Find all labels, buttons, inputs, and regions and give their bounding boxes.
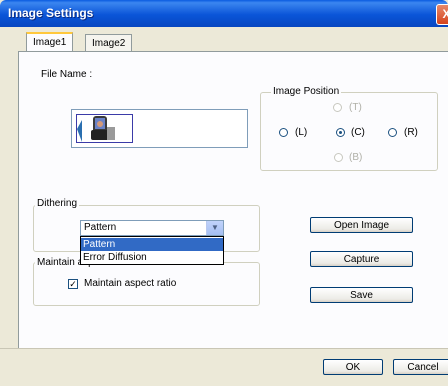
device-image-icon: [77, 116, 115, 142]
dithering-select-value: Pattern: [84, 222, 117, 233]
radio-position-left-label: (L): [295, 127, 308, 138]
image-thumbnail: [76, 114, 133, 143]
maintain-aspect-checkbox[interactable]: ✓: [68, 279, 78, 289]
radio-position-right[interactable]: [388, 128, 397, 137]
dialog-footer: OK Cancel: [0, 348, 448, 386]
cancel-button[interactable]: Cancel: [393, 359, 448, 375]
chevron-down-icon[interactable]: ▼: [206, 221, 223, 235]
radio-position-bottom-label: (B): [349, 152, 363, 163]
radio-position-center[interactable]: [336, 128, 345, 137]
radio-position-right-label: (R): [404, 127, 418, 138]
tab-image2-label: Image2: [92, 38, 126, 49]
radio-position-left[interactable]: [279, 128, 288, 137]
ok-button[interactable]: OK: [323, 359, 383, 375]
tab-image2[interactable]: Image2: [85, 34, 133, 52]
window-title: Image Settings: [8, 6, 94, 20]
dropdown-option-pattern[interactable]: Pattern: [81, 238, 223, 251]
radio-position-bottom[interactable]: [334, 153, 343, 162]
capture-button[interactable]: Capture: [310, 251, 413, 267]
image-position-title: Image Position: [271, 86, 342, 97]
dropdown-option-error-diffusion[interactable]: Error Diffusion: [81, 251, 223, 264]
file-name-label: File Name :: [41, 69, 93, 80]
open-image-button[interactable]: Open Image: [310, 217, 413, 233]
save-button[interactable]: Save: [310, 287, 413, 303]
tab-image1[interactable]: Image1: [26, 32, 74, 53]
maintain-aspect-checkbox-label: Maintain aspect ratio: [84, 278, 177, 289]
dithering-select[interactable]: Pattern ▼: [80, 220, 224, 236]
image-preview: [71, 109, 248, 148]
radio-position-top[interactable]: [333, 103, 342, 112]
dithering-dropdown-list: Pattern Error Diffusion: [80, 236, 224, 265]
image-settings-dialog: Image Settings X Image1 Image2 File Name…: [0, 0, 448, 386]
title-bar[interactable]: Image Settings X: [0, 0, 448, 27]
tab-image1-label: Image1: [33, 37, 67, 48]
radio-position-center-label: (C): [351, 127, 365, 138]
radio-position-top-label: (T): [349, 102, 362, 113]
dithering-title: Dithering: [35, 198, 80, 209]
close-button[interactable]: X: [436, 4, 448, 25]
